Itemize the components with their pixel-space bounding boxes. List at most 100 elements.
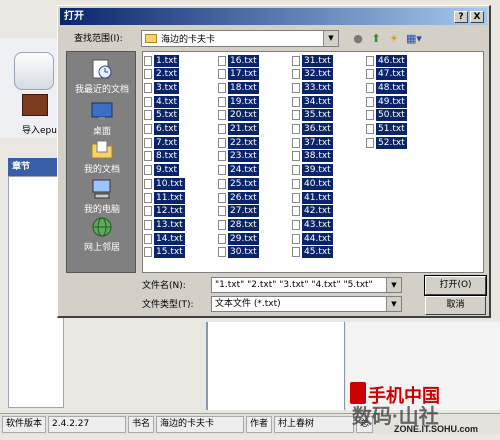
file-item[interactable]: 42.txt (292, 205, 333, 218)
text-file-icon (366, 137, 374, 148)
file-item[interactable]: 24.txt (218, 164, 259, 177)
places-bar: 我最近的文档 桌面 我的文档 我的电脑 网上邻居 (66, 51, 136, 273)
text-file-icon (218, 178, 226, 189)
file-item[interactable]: 26.txt (218, 191, 259, 204)
close-button[interactable]: X (470, 11, 484, 23)
new-folder-icon[interactable]: ✦ (386, 31, 402, 47)
file-item[interactable]: 30.txt (218, 246, 259, 259)
back-icon[interactable]: ● (350, 31, 366, 47)
file-item[interactable]: 11.txt (144, 191, 185, 204)
file-item[interactable]: 17.txt (218, 68, 259, 81)
place-my-documents[interactable]: 我的文档 (67, 138, 137, 175)
file-item[interactable]: 45.txt (292, 246, 333, 259)
file-item[interactable]: 34.txt (292, 95, 333, 108)
file-item[interactable]: 39.txt (292, 164, 333, 177)
chevron-down-icon[interactable]: ▼ (386, 297, 401, 311)
file-item[interactable]: 51.txt (366, 123, 407, 136)
file-item[interactable]: 48.txt (366, 81, 407, 94)
text-file-icon (218, 247, 226, 258)
text-file-icon (292, 206, 300, 217)
file-item[interactable]: 23.txt (218, 150, 259, 163)
file-item[interactable]: 12.txt (144, 205, 185, 218)
dialog-titlebar[interactable]: 打开 ? X (60, 8, 487, 25)
help-button[interactable]: ? (454, 11, 468, 23)
file-item[interactable]: 15.txt (144, 246, 185, 259)
text-file-icon (218, 124, 226, 134)
text-file-icon (292, 219, 300, 230)
place-network[interactable]: 网上邻居 (67, 216, 137, 253)
file-item[interactable]: 13.txt (144, 218, 185, 231)
file-item[interactable]: 29.txt (218, 232, 259, 245)
file-item[interactable]: 18.txt (218, 81, 259, 94)
file-name: 51.txt (376, 123, 407, 135)
file-name: 2.txt (154, 68, 179, 81)
file-item[interactable]: 44.txt (292, 232, 333, 245)
up-folder-icon[interactable]: ⬆ (368, 31, 384, 47)
filename-input[interactable]: "1.txt" "2.txt" "3.txt" "4.txt" "5.txt" … (211, 277, 402, 293)
file-item[interactable]: 5.txt (144, 109, 179, 122)
text-file-icon (144, 151, 152, 162)
file-item[interactable]: 32.txt (292, 68, 333, 81)
file-item[interactable]: 21.txt (218, 123, 259, 136)
file-item[interactable]: 31.txt (292, 54, 333, 67)
file-item[interactable]: 50.txt (366, 109, 407, 122)
place-recent[interactable]: 我最近的文档 (67, 58, 137, 95)
file-item[interactable]: 38.txt (292, 150, 333, 163)
app-menu-button[interactable] (14, 52, 54, 90)
filetype-select[interactable]: 文本文件 (*.txt) ▼ (211, 296, 402, 312)
book-icon[interactable] (22, 94, 48, 116)
place-desktop[interactable]: 桌面 (67, 100, 137, 137)
file-name: 46.txt (376, 54, 407, 67)
file-item[interactable]: 1.txt (144, 54, 179, 67)
place-my-computer[interactable]: 我的电脑 (67, 178, 137, 215)
file-name: 36.txt (302, 123, 333, 135)
text-file-icon (218, 82, 226, 93)
text-file-icon (292, 69, 300, 80)
file-item[interactable]: 33.txt (292, 81, 333, 94)
cancel-button[interactable]: 取消 (425, 296, 486, 315)
file-item[interactable]: 9.txt (144, 164, 179, 177)
file-item[interactable]: 14.txt (144, 232, 185, 245)
file-item[interactable]: 41.txt (292, 191, 333, 204)
file-item[interactable]: 28.txt (218, 218, 259, 231)
file-item[interactable]: 37.txt (292, 136, 333, 149)
text-file-icon (144, 206, 152, 217)
file-item[interactable]: 2.txt (144, 68, 179, 81)
file-item[interactable]: 20.txt (218, 109, 259, 122)
file-item[interactable]: 40.txt (292, 177, 333, 190)
file-item[interactable]: 6.txt (144, 123, 179, 136)
filename-value: "1.txt" "2.txt" "3.txt" "4.txt" "5.txt" (215, 280, 373, 290)
view-menu-icon[interactable]: ▦▾ (403, 31, 425, 47)
file-item[interactable]: 47.txt (366, 68, 407, 81)
text-file-icon (144, 165, 152, 176)
file-name: 16.txt (228, 54, 259, 67)
file-item[interactable]: 43.txt (292, 218, 333, 231)
file-item[interactable]: 8.txt (144, 150, 179, 163)
file-item[interactable]: 52.txt (366, 136, 407, 149)
text-file-icon (144, 247, 152, 258)
watermark: 手机中国 数码·山社 ZONE.IT.SOHU.com (350, 380, 500, 440)
place-label: 我最近的文档 (74, 85, 129, 95)
open-button[interactable]: 打开(O) (424, 275, 487, 296)
file-item[interactable]: 16.txt (218, 54, 259, 67)
chevron-down-icon[interactable]: ▼ (386, 278, 401, 292)
file-item[interactable]: 19.txt (218, 95, 259, 108)
text-file-icon (366, 82, 374, 93)
file-item[interactable]: 3.txt (144, 81, 179, 94)
file-item[interactable]: 22.txt (218, 136, 259, 149)
file-item[interactable]: 4.txt (144, 95, 179, 108)
content-panel-left (206, 322, 250, 410)
file-item[interactable]: 46.txt (366, 54, 407, 67)
file-item[interactable]: 7.txt (144, 136, 179, 149)
file-item[interactable]: 10.txt (144, 177, 185, 190)
file-item[interactable]: 25.txt (218, 177, 259, 190)
file-item[interactable]: 35.txt (292, 109, 333, 122)
file-item[interactable]: 27.txt (218, 205, 259, 218)
file-item[interactable]: 36.txt (292, 123, 333, 136)
file-list[interactable]: 1.txt 2.txt 3.txt 4.txt 5.txt 6.txt 7.txt 8.txt… (142, 51, 484, 273)
look-in-dropdown[interactable]: 海边的卡夫卡 ▼ (141, 30, 339, 47)
chapter-list[interactable] (8, 176, 64, 408)
chapter-header: 章节 (8, 158, 64, 176)
file-item[interactable]: 49.txt (366, 95, 407, 108)
chevron-down-icon[interactable]: ▼ (323, 31, 338, 46)
